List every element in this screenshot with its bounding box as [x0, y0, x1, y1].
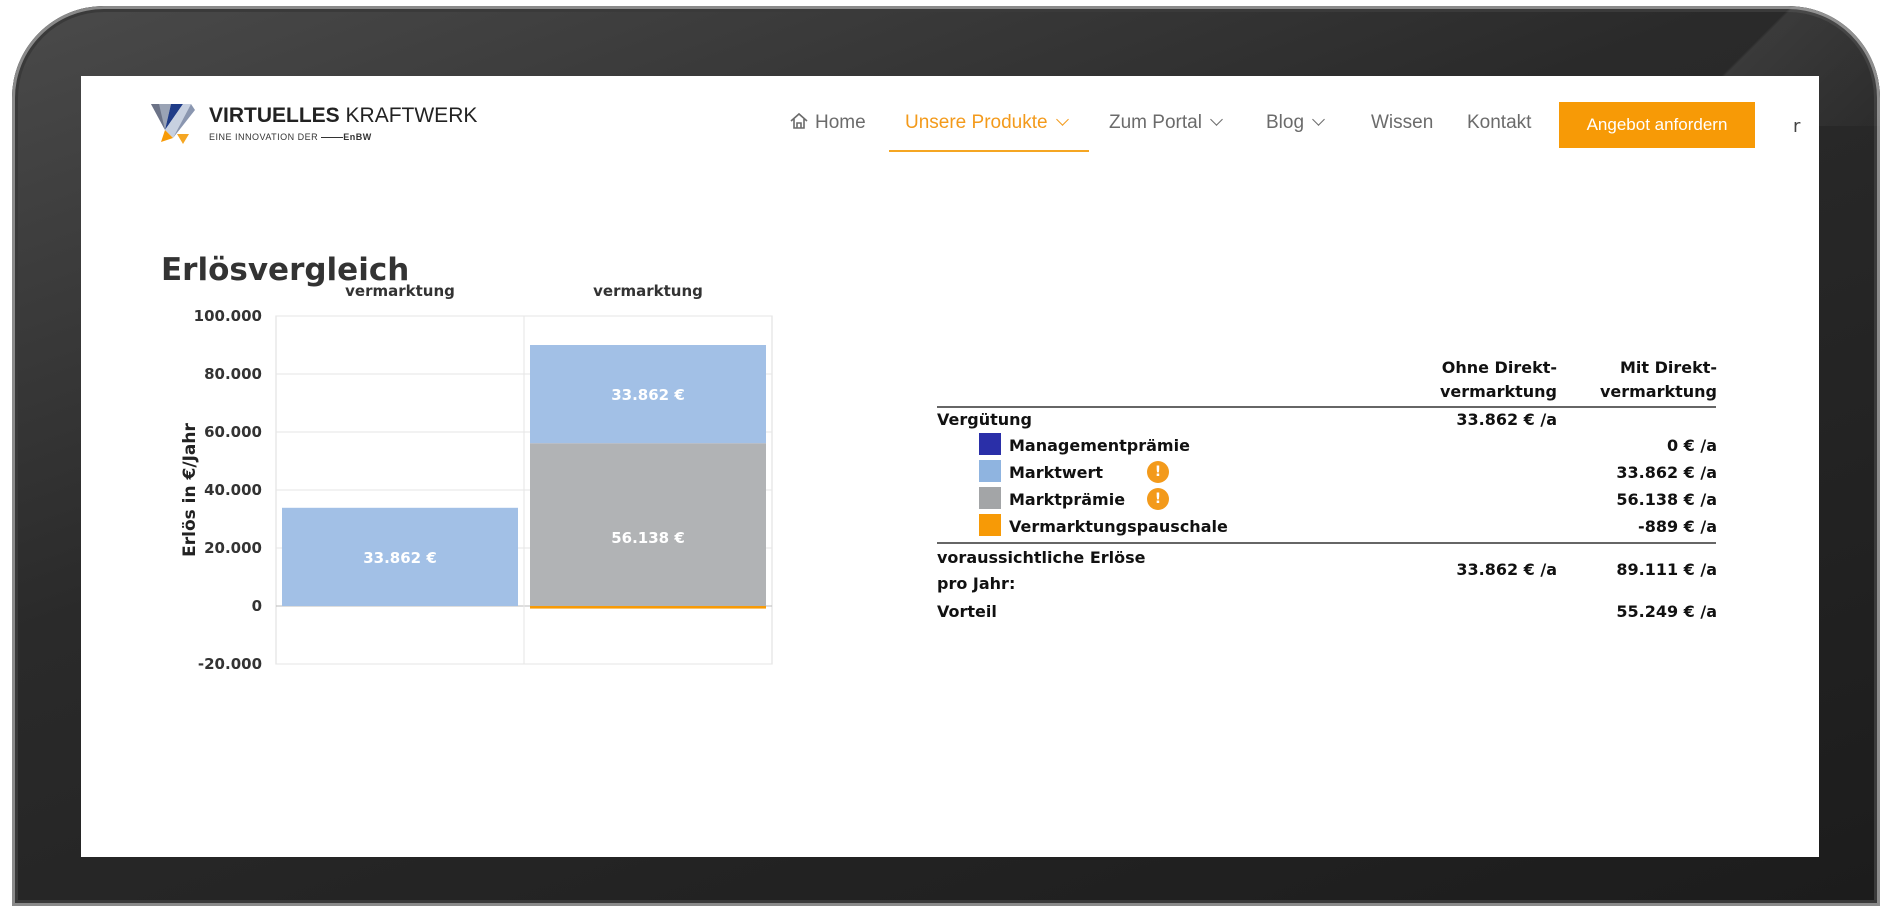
column-header-ohne: Ohne Direkt-vermarktung — [1439, 358, 1557, 401]
category-label: vermarktung — [593, 282, 703, 300]
row-value: 0 € /a — [1666, 436, 1717, 455]
logo-title: VIRTUELLES KRAFTWERK — [209, 104, 478, 127]
info-icon[interactable]: ! — [1147, 488, 1169, 510]
column-header-mit: Mit Direkt-vermarktung — [1599, 358, 1717, 401]
row-value: 33.862 € /a — [1616, 463, 1717, 482]
row-label: Marktwert — [1009, 463, 1104, 482]
marktwert-swatch — [979, 460, 1001, 482]
info-icon[interactable]: ! — [1147, 461, 1169, 483]
browser-screen: VIRTUELLES KRAFTWERK EINE INNOVATION DER… — [81, 76, 1819, 857]
nav-blog[interactable]: Blog — [1266, 112, 1325, 134]
vermarktungspauschale-swatch — [979, 514, 1001, 536]
logo[interactable]: VIRTUELLES KRAFTWERK EINE INNOVATION DER… — [151, 100, 477, 152]
totals-value-ohne: 33.862 € /a — [1456, 560, 1557, 579]
nav-kontakt[interactable]: Kontakt — [1467, 112, 1531, 134]
table-divider — [937, 406, 1716, 408]
chevron-down-icon — [1312, 113, 1325, 126]
chevron-down-icon — [1055, 113, 1069, 126]
chevron-down-icon — [1210, 113, 1223, 126]
nav-home[interactable]: Home — [789, 112, 866, 134]
angebot-anfordern-button[interactable]: Angebot anfordern — [1559, 102, 1755, 148]
bar-data-label: 33.862 € — [611, 386, 685, 404]
y-tick-label: 80.000 — [204, 365, 262, 383]
active-nav-indicator — [889, 150, 1089, 152]
y-axis-label: Erlös in €/Jahr — [180, 423, 200, 557]
marktpraemie-swatch — [979, 487, 1001, 509]
logo-icon — [151, 104, 195, 144]
row-label: Marktprämie — [1009, 490, 1126, 509]
vorteil-label: Vorteil — [937, 602, 997, 621]
row-value: -889 € /a — [1638, 517, 1717, 536]
logo-subtitle: EINE INNOVATION DER EnBW — [209, 132, 372, 142]
nav-overflow-text: r — [1793, 116, 1801, 137]
row-value: 56.138 € /a — [1616, 490, 1717, 509]
y-tick-label: 100.000 — [194, 307, 262, 325]
row-label: Vermarktungspauschale — [1009, 517, 1228, 536]
chart-bar — [530, 443, 766, 606]
vorteil-value: 55.249 € /a — [1616, 602, 1717, 621]
verguetung-label: Vergütung — [937, 410, 1032, 429]
totals-value-mit: 89.111 € /a — [1616, 560, 1717, 579]
home-icon — [790, 112, 808, 129]
table-divider — [937, 542, 1716, 544]
managementpraemie-swatch — [979, 433, 1001, 455]
y-tick-label: 20.000 — [204, 539, 262, 557]
totals-label-line1: voraussichtliche Erlöse — [937, 548, 1146, 567]
revenue-comparison-chart: 100.000 80.000 60.000 40.000 20.000 0 -20.000 E… — [180, 282, 773, 673]
chart-bar — [530, 606, 766, 609]
totals-label-line2: pro Jahr: — [937, 574, 1016, 593]
y-tick-label: 0 — [252, 597, 262, 615]
y-tick-label: 60.000 — [204, 423, 262, 441]
y-tick-label: 40.000 — [204, 481, 262, 499]
enbw-brand: EnBW — [343, 132, 372, 142]
nav-unsere-produkte[interactable]: Unsere Produkte — [905, 112, 1069, 134]
row-label: Managementprämie — [1009, 436, 1190, 455]
nav-zum-portal[interactable]: Zum Portal — [1109, 112, 1223, 134]
bar-data-label: 33.862 € — [363, 549, 437, 567]
verguetung-value: 33.862 € /a — [1456, 410, 1557, 429]
bar-data-label: 56.138 € — [611, 529, 685, 547]
category-label: vermarktung — [345, 282, 455, 300]
nav-wissen[interactable]: Wissen — [1371, 112, 1433, 134]
y-tick-label: -20.000 — [198, 655, 262, 673]
